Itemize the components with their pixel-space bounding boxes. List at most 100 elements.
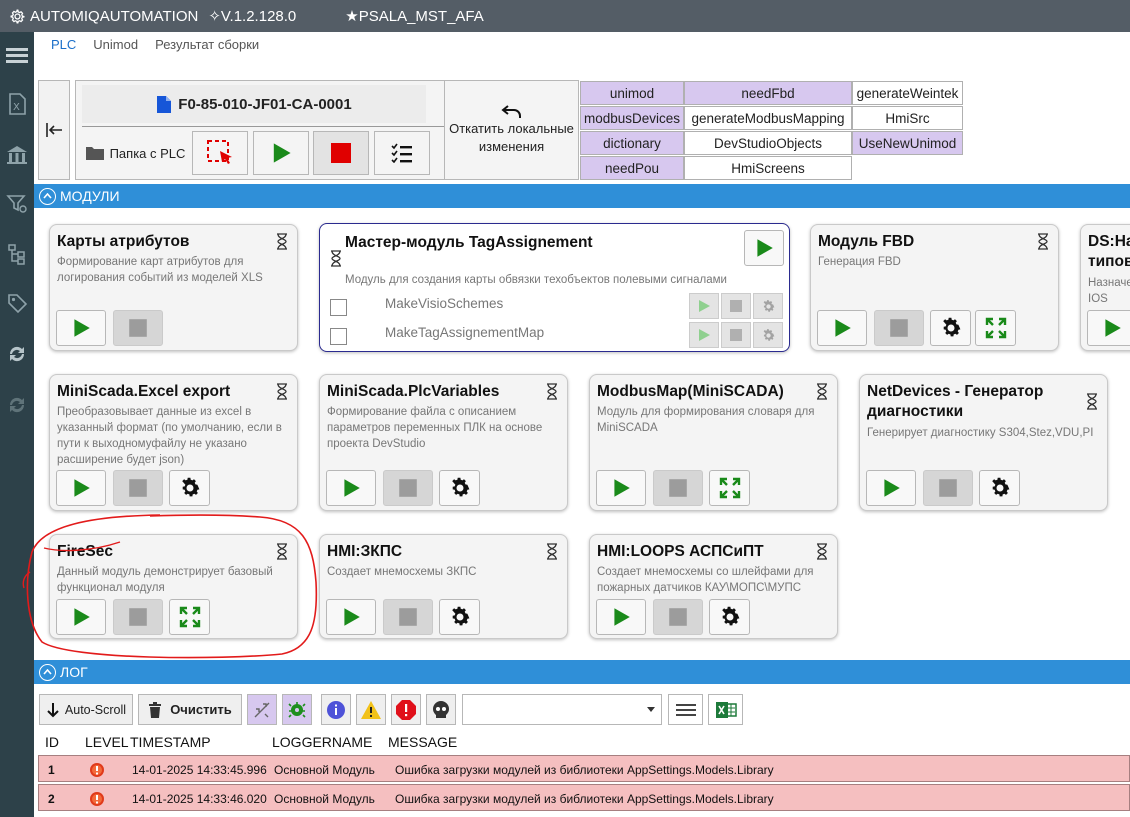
subitem-checkbox[interactable] [330,328,347,345]
module-stop-button[interactable] [383,599,433,635]
error-icon [89,791,105,810]
module-settings-button[interactable] [930,310,971,346]
subitem-checkbox[interactable] [330,299,347,316]
flag-dictionary[interactable]: dictionary [580,131,684,155]
subitem-stop-button[interactable] [721,293,751,319]
module-run-button[interactable] [56,310,106,346]
select-area-button[interactable] [192,131,248,175]
tab-build-result[interactable]: Результат сборки [155,37,259,52]
module-settings-button[interactable] [439,599,480,635]
flag-needpou[interactable]: needPou [580,156,684,180]
subitem-stop-button[interactable] [721,322,751,348]
module-settings-button[interactable] [709,599,750,635]
module-card: DS:На типов Назначе IOS [1080,224,1130,351]
module-title: HMI:LOOPS АСПСиПТ [597,543,764,560]
export-excel-button[interactable] [708,694,743,725]
expand-icon [718,476,742,500]
autoscroll-button[interactable]: Auto-Scroll [39,694,133,725]
menu-icon[interactable] [5,43,29,67]
gear-icon [939,316,963,340]
tab-plc[interactable]: PLC [51,37,76,52]
level-debug-toggle[interactable] [282,694,312,725]
module-stop-button[interactable] [113,470,163,506]
module-settings-button[interactable] [439,470,480,506]
flag-usenewunimod[interactable]: UseNewUnimod [852,131,963,155]
modules-section-header[interactable]: МОДУЛИ [34,184,1130,208]
flag-generateweintek[interactable]: generateWeintek [852,81,963,105]
logger-filter-select[interactable] [462,694,662,725]
module-stop-button[interactable] [113,310,163,346]
module-stop-button[interactable] [653,599,703,635]
column-id[interactable]: ID [45,734,59,750]
flag-unimod[interactable]: unimod [580,81,684,105]
level-error-toggle[interactable] [391,694,421,725]
project-selector[interactable]: F0-85-010-JF01-CA-0001 [82,85,426,123]
filter-icon[interactable] [5,192,29,216]
module-settings-button[interactable] [169,470,210,506]
module-run-button[interactable] [1087,310,1130,346]
column-loggername[interactable]: LOGGERNAME [272,734,372,750]
divider [82,126,467,127]
module-stop-button[interactable] [653,470,703,506]
subitem-run-button[interactable] [689,293,719,319]
module-description: Создает мнемосхемы со шлейфами для пожар… [597,566,814,594]
module-title: ModbusMap(MiniSCADA) [597,383,784,400]
module-expand-button[interactable] [169,599,210,635]
text-view-button[interactable] [668,694,703,725]
subitem-settings-button[interactable] [753,322,783,348]
level-info-toggle[interactable] [321,694,351,725]
column-level[interactable]: LEVEL [85,734,129,750]
module-stop-button[interactable] [113,599,163,635]
level-fatal-toggle[interactable] [426,694,456,725]
module-description: Формирование файла с описанием параметро… [327,406,543,450]
module-run-button[interactable] [866,470,916,506]
log-row[interactable]: 2 14-01-2025 14:33:46.020 Основной Модул… [38,784,1130,811]
module-stop-button[interactable] [923,470,973,506]
stop-button[interactable] [313,131,369,175]
module-stop-button[interactable] [874,310,924,346]
plc-folder-button[interactable]: Папка с PLC [82,131,188,175]
sync-disabled-icon[interactable] [5,393,29,417]
module-settings-button[interactable] [979,470,1020,506]
sync-icon[interactable] [5,342,29,366]
app-name: AUTOMIQAUTOMATION [30,7,199,25]
checklist-button[interactable] [374,131,430,175]
flag-modbusdevices[interactable]: modbusDevices [580,106,684,130]
project-name: F0-85-010-JF01-CA-0001 [178,95,352,113]
tag-icon[interactable] [5,291,29,315]
level-trace-toggle[interactable] [247,694,277,725]
module-run-button[interactable] [596,599,646,635]
module-run-button[interactable] [326,599,376,635]
log-row[interactable]: 1 14-01-2025 14:33:45.996 Основной Модул… [38,755,1130,782]
excel-file-icon[interactable]: X [5,92,29,116]
flag-hmiscreens[interactable]: HmiScreens [684,156,852,180]
flag-hmisrc[interactable]: HmiSrc [852,106,963,130]
module-run-button[interactable] [817,310,867,346]
subitem-run-button[interactable] [689,322,719,348]
column-timestamp[interactable]: TIMESTAMP [130,734,211,750]
module-stop-button[interactable] [383,470,433,506]
clear-button[interactable]: Очистить [138,694,242,725]
log-message: Ошибка загрузки модулей из библиотеки Ap… [395,763,774,777]
subitem-settings-button[interactable] [753,293,783,319]
flag-generatemodbusmapping[interactable]: generateModbusMapping [684,106,852,130]
module-run-button[interactable] [326,470,376,506]
module-run-button[interactable] [744,230,784,266]
run-button[interactable] [253,131,309,175]
flag-needfbd[interactable]: needFbd [684,81,852,105]
collapse-button[interactable] [38,80,70,180]
module-expand-button[interactable] [709,470,750,506]
trash-icon [149,701,162,718]
column-message[interactable]: MESSAGE [388,734,457,750]
module-run-button[interactable] [56,599,106,635]
flag-devstudioobjects[interactable]: DevStudioObjects [684,131,852,155]
tab-unimod[interactable]: Unimod [93,37,138,52]
module-run-button[interactable] [56,470,106,506]
building-icon[interactable] [5,143,29,167]
module-expand-button[interactable] [975,310,1016,346]
rollback-button[interactable]: Откатить локальные изменения [444,80,579,180]
level-warning-toggle[interactable] [356,694,386,725]
module-run-button[interactable] [596,470,646,506]
log-section-header[interactable]: ЛОГ [34,660,1130,684]
tree-icon[interactable] [5,242,29,266]
